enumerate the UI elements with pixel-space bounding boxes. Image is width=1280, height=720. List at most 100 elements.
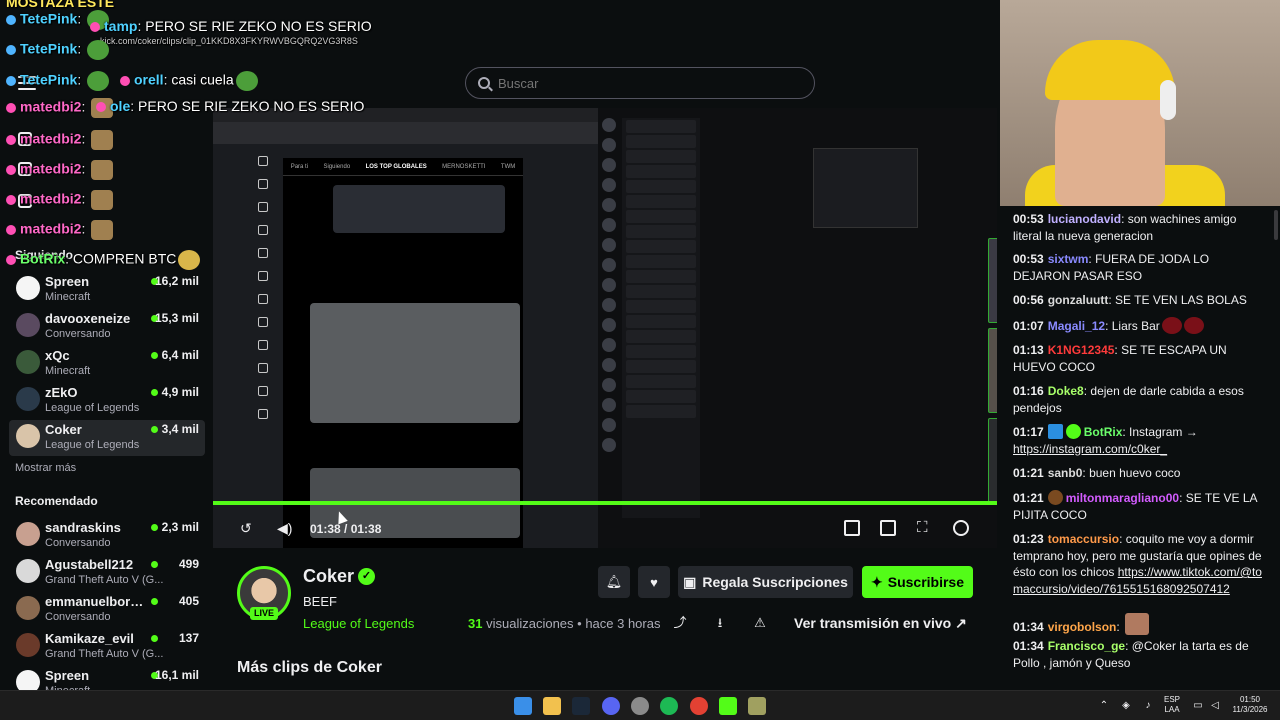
sidebar-item-name: Agustabell212 — [45, 557, 134, 572]
search-bar[interactable] — [465, 67, 815, 99]
sidebar-item-viewers: 15,3 mil — [154, 311, 199, 325]
chat-username[interactable]: sanb0 — [1048, 466, 1083, 480]
tray-chevron-icon[interactable]: ⌃ — [1098, 700, 1110, 712]
theater-mode-icon[interactable] — [880, 520, 896, 536]
sidebar-recommended-item[interactable]: emmanuelbordonn Conversando 405 — [9, 592, 205, 628]
steam-icon[interactable] — [572, 697, 590, 715]
progress-bar[interactable] — [213, 501, 997, 505]
chat-timestamp: 01:21 — [1013, 466, 1044, 480]
sidebar-following-item[interactable]: xQc Minecraft 6,4 mil — [9, 346, 205, 382]
follow-heart-button[interactable]: ♥ — [638, 566, 670, 598]
sidebar-item-name: zEkO — [45, 385, 78, 400]
avatar — [16, 350, 40, 374]
language-indicator[interactable]: ESP LAA — [1162, 695, 1182, 715]
chat-username[interactable]: miltonmaragliano00 — [1066, 491, 1179, 505]
chat-username[interactable]: virgobolson — [1048, 620, 1117, 634]
sidebar-following-item[interactable]: zEkO League of Legends 4,9 mil — [9, 383, 205, 419]
video-player[interactable]: Para ti Siguiendo LOS TOP GLOBALES MERNOSKE… — [213, 108, 997, 548]
share-icon[interactable]: ⤴ — [672, 615, 688, 631]
bot-badge-icon — [1047, 424, 1063, 439]
sidebar-item-viewers: 405 — [178, 594, 199, 608]
chat-username[interactable]: sixtwm — [1048, 252, 1089, 266]
chrome-icon[interactable] — [690, 697, 708, 715]
sidebar-following-item[interactable]: Coker League of Legends 3,4 mil — [9, 420, 205, 456]
volume-icon[interactable]: ◀) — [277, 520, 293, 536]
avatar — [16, 276, 40, 300]
network-icon[interactable]: ▭ — [1192, 700, 1204, 712]
category-link[interactable]: League of Legends — [303, 616, 414, 631]
chat-message: 01:23 tomaccursio: coquito me voy a dormi… — [1013, 532, 1262, 596]
report-icon[interactable]: ⚠ — [752, 615, 768, 631]
channel-name[interactable]: Coker — [303, 566, 354, 587]
external-link-icon: ↗ — [955, 615, 967, 631]
windows-start-icon[interactable] — [514, 697, 532, 715]
replay-icon[interactable]: ↺ — [240, 520, 256, 536]
chat-username[interactable]: Doke8 — [1048, 384, 1084, 398]
chat-message: 00:53 sixtwm: FUERA DE JODA LO DEJARON PA… — [1013, 252, 1210, 283]
download-icon[interactable]: ⭳ — [712, 615, 728, 631]
video-cam-3 — [988, 418, 997, 503]
home-icon[interactable] — [18, 132, 32, 146]
chat-link[interactable]: https://instagram.com/c0ker_ — [1013, 442, 1167, 456]
chat-timestamp: 01:17 — [1013, 425, 1044, 439]
video-mini-screen — [813, 148, 918, 228]
settings-icon[interactable] — [953, 520, 969, 536]
overlay-username: tamp — [104, 18, 138, 34]
show-more-link[interactable]: Mostrar más — [15, 462, 76, 474]
kick-icon[interactable] — [719, 697, 737, 715]
discord-icon[interactable] — [602, 697, 620, 715]
sidebar-item-name: Kamikaze_evil — [45, 631, 134, 646]
obs-icon[interactable] — [631, 697, 649, 715]
clock[interactable]: 01:50 11/3/2026 — [1225, 695, 1275, 715]
menu-icon[interactable] — [18, 76, 36, 90]
fullscreen-icon[interactable]: ⛶ — [917, 520, 933, 536]
chat-message: 01:07 Magali_12: Liars Bar — [1013, 317, 1267, 335]
chat-message: 01:34 Francisco_ge: @Coker la tarta es de… — [1013, 639, 1249, 670]
watch-live-link[interactable]: Ver transmisión en vivo ↗ — [794, 615, 967, 632]
sidebar-following-item[interactable]: davooxeneize Conversando 15,3 mil — [9, 309, 205, 345]
file-explorer-icon[interactable] — [543, 697, 561, 715]
chat-username[interactable]: Francisco_ge — [1048, 639, 1125, 653]
chat-panel: 00:53 lucianodavid: son wachines amigo li… — [1000, 206, 1280, 690]
views-info: 31 visualizaciones • hace 3 horas — [468, 616, 661, 631]
sidebar-recommended-item[interactable]: Agustabell212 Grand Theft Auto V (G... 499 — [9, 555, 205, 591]
sidebar-recommended-item[interactable]: sandraskins Conversando 2,3 mil — [9, 518, 205, 554]
chat-message: 01:34 virgobolson: — [1013, 613, 1267, 636]
sidebar-recommended-item[interactable]: Kamikaze_evil Grand Theft Auto V (G... 137 — [9, 629, 205, 665]
tray-app-icon[interactable]: ◈ — [1120, 700, 1132, 712]
miniplayer-icon[interactable] — [844, 520, 860, 536]
sidebar-item-viewers: 4,9 mil — [161, 385, 199, 399]
notification-bell-button[interactable]: 🔔︎ — [598, 566, 630, 598]
following-icon[interactable] — [18, 194, 32, 208]
video-screen-discord — [598, 108, 997, 548]
overlay-chat-line: TetePink: — [6, 10, 111, 30]
chat-username[interactable]: tomaccursio — [1048, 532, 1119, 546]
chat-message: 01:16 Doke8: dejen de darle cabida a esos… — [1013, 384, 1244, 415]
chat-username[interactable]: BotRix — [1084, 425, 1123, 439]
spotify-icon[interactable] — [660, 697, 678, 715]
avatar — [16, 424, 40, 448]
chat-username[interactable]: Magali_12 — [1048, 319, 1105, 333]
live-dot-icon — [151, 635, 158, 642]
overlay-badge-icon — [6, 45, 16, 55]
app-icon[interactable] — [748, 697, 766, 715]
explore-icon[interactable] — [18, 162, 32, 176]
speaker-icon[interactable]: ◁ — [1209, 700, 1221, 712]
search-input[interactable] — [498, 75, 778, 91]
chat-timestamp: 00:53 — [1013, 212, 1044, 226]
sidebar-item-category: Conversando — [45, 328, 111, 340]
chat-username[interactable]: lucianodavid — [1048, 212, 1121, 226]
chat-username[interactable]: gonzaluutt — [1048, 293, 1109, 307]
streamer-webcam — [1000, 0, 1280, 206]
subscribe-button[interactable]: ✦ Suscribirse — [862, 566, 973, 598]
chat-message: 01:17 BotRix: Instagram → https://instagr… — [1013, 424, 1198, 456]
video-twitter-feed: Para ti Siguiendo LOS TOP GLOBALES MERNOSKE… — [283, 158, 523, 548]
gift-subs-button[interactable]: ▣ Regala Suscripciones — [678, 566, 853, 598]
sidebar-following-item[interactable]: Spreen Minecraft 16,2 mil — [9, 272, 205, 308]
chat-message: 01:13 K1NG12345: SE TE ESCAPA UN HUEVO CO… — [1013, 343, 1227, 374]
chat-scrollbar[interactable] — [1274, 210, 1278, 240]
chat-username[interactable]: K1NG12345 — [1048, 343, 1115, 357]
video-tweet-image-2 — [310, 303, 520, 423]
gift-subs-label: Regala Suscripciones — [702, 574, 848, 590]
tray-mic-icon[interactable]: ♪ — [1142, 700, 1154, 712]
